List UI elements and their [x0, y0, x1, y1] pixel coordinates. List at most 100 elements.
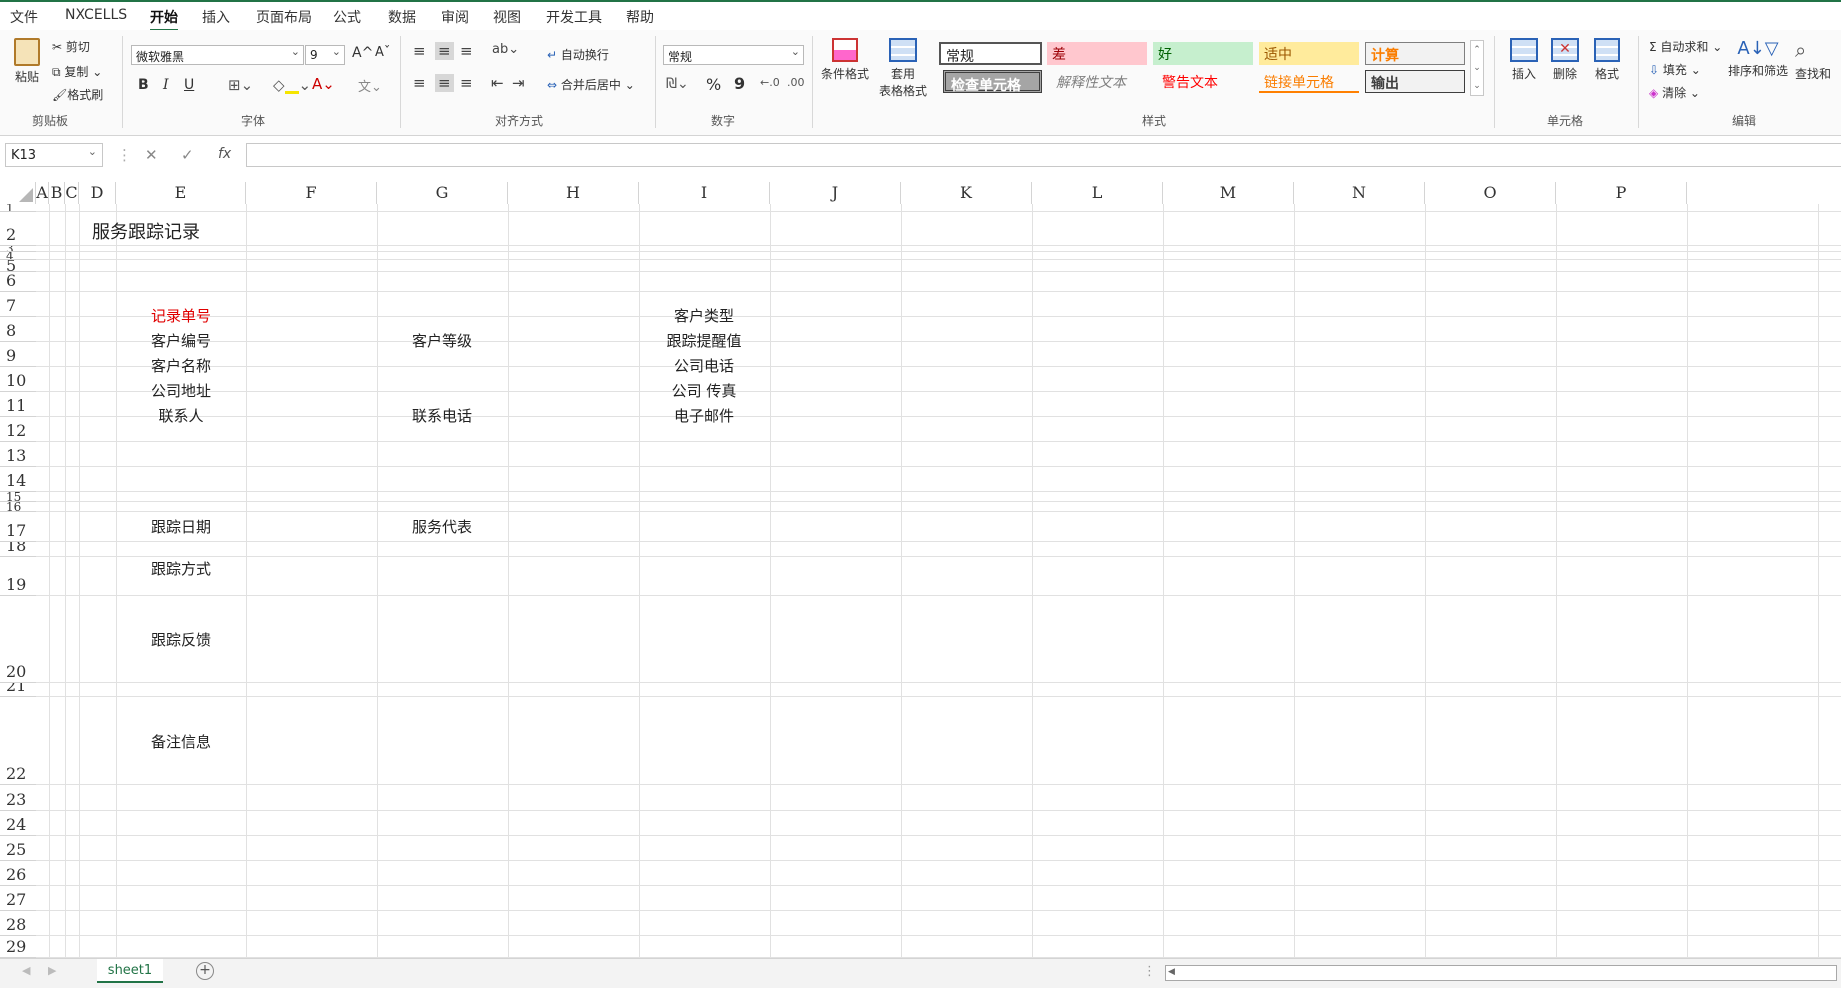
style-neutral[interactable]: 适中	[1259, 42, 1359, 65]
column-header-K[interactable]: K	[901, 182, 1032, 204]
conditional-format-button[interactable]: 条件格式	[820, 38, 870, 82]
row-header-11[interactable]: 11	[0, 392, 36, 417]
style-linked-cell[interactable]: 链接单元格	[1259, 70, 1359, 93]
column-header-H[interactable]: H	[508, 182, 639, 204]
styles-scroll-icon[interactable]: ⌃ ⌄ ⌄	[1470, 40, 1484, 96]
label-feedback[interactable]: 跟踪反馈	[116, 629, 246, 650]
grow-font-button[interactable]: A^	[352, 45, 373, 61]
row-header-9[interactable]: 9	[0, 342, 36, 367]
column-header-A[interactable]: A	[36, 182, 49, 204]
style-bad[interactable]: 差	[1047, 42, 1147, 65]
horizontal-scrollbar[interactable]: ◀	[1165, 965, 1837, 981]
align-center-icon[interactable]: ≡	[435, 74, 454, 92]
border-icon[interactable]: ⊞⌄	[228, 76, 253, 94]
align-right-icon[interactable]: ≡	[460, 74, 473, 92]
row-header-2[interactable]: 2	[0, 212, 36, 246]
format-as-table-button[interactable]: 套用 表格格式	[873, 38, 933, 99]
insert-function-button[interactable]: fx	[218, 146, 231, 162]
font-size-select[interactable]: 9	[305, 45, 345, 65]
align-bottom-icon[interactable]: ≡	[460, 42, 473, 60]
sheet-tab[interactable]: sheet1	[97, 959, 163, 983]
format-painter-button[interactable]: 🖌格式刷	[52, 86, 103, 103]
column-header-E[interactable]: E	[116, 182, 246, 204]
label-customer-name[interactable]: 客户名称	[116, 355, 246, 376]
label-reminder[interactable]: 跟踪提醒值	[639, 330, 769, 351]
decrease-decimal-icon[interactable]: .00	[787, 76, 805, 89]
increase-decimal-icon[interactable]: ←.0	[760, 76, 780, 89]
row-header-1[interactable]: 1	[0, 204, 36, 212]
menu-help[interactable]: 帮助	[626, 7, 654, 27]
style-explanatory[interactable]: 解释性文本	[1051, 70, 1151, 93]
row-header-10[interactable]: 10	[0, 367, 36, 392]
row-header-5[interactable]: 5	[0, 260, 36, 272]
menu-developer[interactable]: 开发工具	[546, 7, 602, 27]
row-header-8[interactable]: 8	[0, 317, 36, 342]
menu-view[interactable]: 视图	[493, 7, 521, 27]
cancel-icon[interactable]: ✕	[145, 146, 158, 164]
insert-cells-button[interactable]: 插入	[1508, 38, 1540, 82]
formula-input[interactable]	[246, 143, 1841, 167]
style-good[interactable]: 好	[1153, 42, 1253, 65]
italic-button[interactable]: I	[163, 77, 169, 93]
row-header-23[interactable]: 23	[0, 785, 36, 811]
column-header-C[interactable]: C	[65, 182, 79, 204]
row-header-6[interactable]: 6	[0, 272, 36, 292]
sort-filter-button[interactable]: A↓▽ 排序和筛选	[1727, 38, 1789, 79]
delete-cells-button[interactable]: ✕ 删除	[1549, 38, 1581, 82]
row-header-24[interactable]: 24	[0, 811, 36, 836]
style-check-cell[interactable]: 检查单元格	[943, 70, 1042, 94]
column-header-G[interactable]: G	[377, 182, 508, 204]
column-header-N[interactable]: N	[1294, 182, 1425, 204]
name-box[interactable]: K13	[5, 143, 103, 167]
merge-center-button[interactable]: ⇔ 合并后居中 ⌄	[547, 76, 635, 93]
row-header-15[interactable]: 15	[0, 492, 36, 502]
label-remarks[interactable]: 备注信息	[116, 731, 246, 752]
column-header-D[interactable]: D	[79, 182, 116, 204]
style-warning[interactable]: 警告文本	[1157, 70, 1257, 93]
select-all-corner[interactable]	[0, 182, 36, 204]
menu-data[interactable]: 数据	[388, 7, 416, 27]
paste-button[interactable]: 粘贴	[10, 38, 44, 84]
align-middle-icon[interactable]: ≡	[435, 42, 454, 60]
align-left-icon[interactable]: ≡	[413, 74, 426, 92]
font-name-select[interactable]: 微软雅黑	[131, 45, 304, 65]
menu-home[interactable]: 开始	[150, 7, 178, 32]
format-cells-button[interactable]: 格式	[1591, 38, 1623, 82]
label-fax[interactable]: 公司 传真	[639, 380, 769, 401]
style-calculation[interactable]: 计算	[1365, 42, 1465, 65]
align-top-icon[interactable]: ≡	[413, 42, 426, 60]
column-header-O[interactable]: O	[1425, 182, 1556, 204]
underline-button[interactable]: U	[184, 77, 194, 93]
label-company-phone[interactable]: 公司电话	[639, 355, 769, 376]
row-header-21[interactable]: 21	[0, 683, 36, 697]
row-header-14[interactable]: 14	[0, 467, 36, 492]
row-header-17[interactable]: 17	[0, 512, 36, 542]
enter-icon[interactable]: ✓	[181, 146, 194, 164]
scroll-left-icon[interactable]: ◀	[1168, 967, 1175, 977]
menu-nxcells[interactable]: NXCELLS	[65, 7, 127, 23]
sheet-title[interactable]: 服务跟踪记录	[92, 218, 200, 244]
style-output[interactable]: 输出	[1365, 70, 1465, 93]
label-customer-level[interactable]: 客户等级	[377, 330, 507, 351]
column-header-M[interactable]: M	[1163, 182, 1294, 204]
column-header-I[interactable]: I	[639, 182, 770, 204]
column-header-F[interactable]: F	[246, 182, 377, 204]
copy-button[interactable]: ⧉ 复制 ⌄	[52, 63, 102, 80]
label-track-method[interactable]: 跟踪方式	[116, 558, 246, 579]
fill-button[interactable]: ⇩ 填充 ⌄	[1649, 61, 1701, 78]
bold-button[interactable]: B	[138, 77, 149, 93]
row-header-12[interactable]: 12	[0, 417, 36, 442]
row-header-28[interactable]: 28	[0, 911, 36, 936]
row-header-27[interactable]: 27	[0, 886, 36, 911]
add-sheet-icon[interactable]: +	[196, 962, 214, 980]
label-email[interactable]: 电子邮件	[639, 405, 769, 426]
wrap-text-button[interactable]: ↵ 自动换行	[547, 46, 609, 63]
menu-insert[interactable]: 插入	[202, 7, 230, 27]
column-header-P[interactable]: P	[1556, 182, 1687, 204]
label-contact[interactable]: 联系人	[116, 405, 246, 426]
orientation-icon[interactable]: ab⌄	[492, 42, 519, 57]
row-header-4[interactable]: 4	[0, 252, 36, 260]
font-color-icon[interactable]: A⌄	[312, 75, 335, 93]
row-header-18[interactable]: 18	[0, 542, 36, 557]
clear-button[interactable]: ◈ 清除 ⌄	[1649, 84, 1700, 101]
